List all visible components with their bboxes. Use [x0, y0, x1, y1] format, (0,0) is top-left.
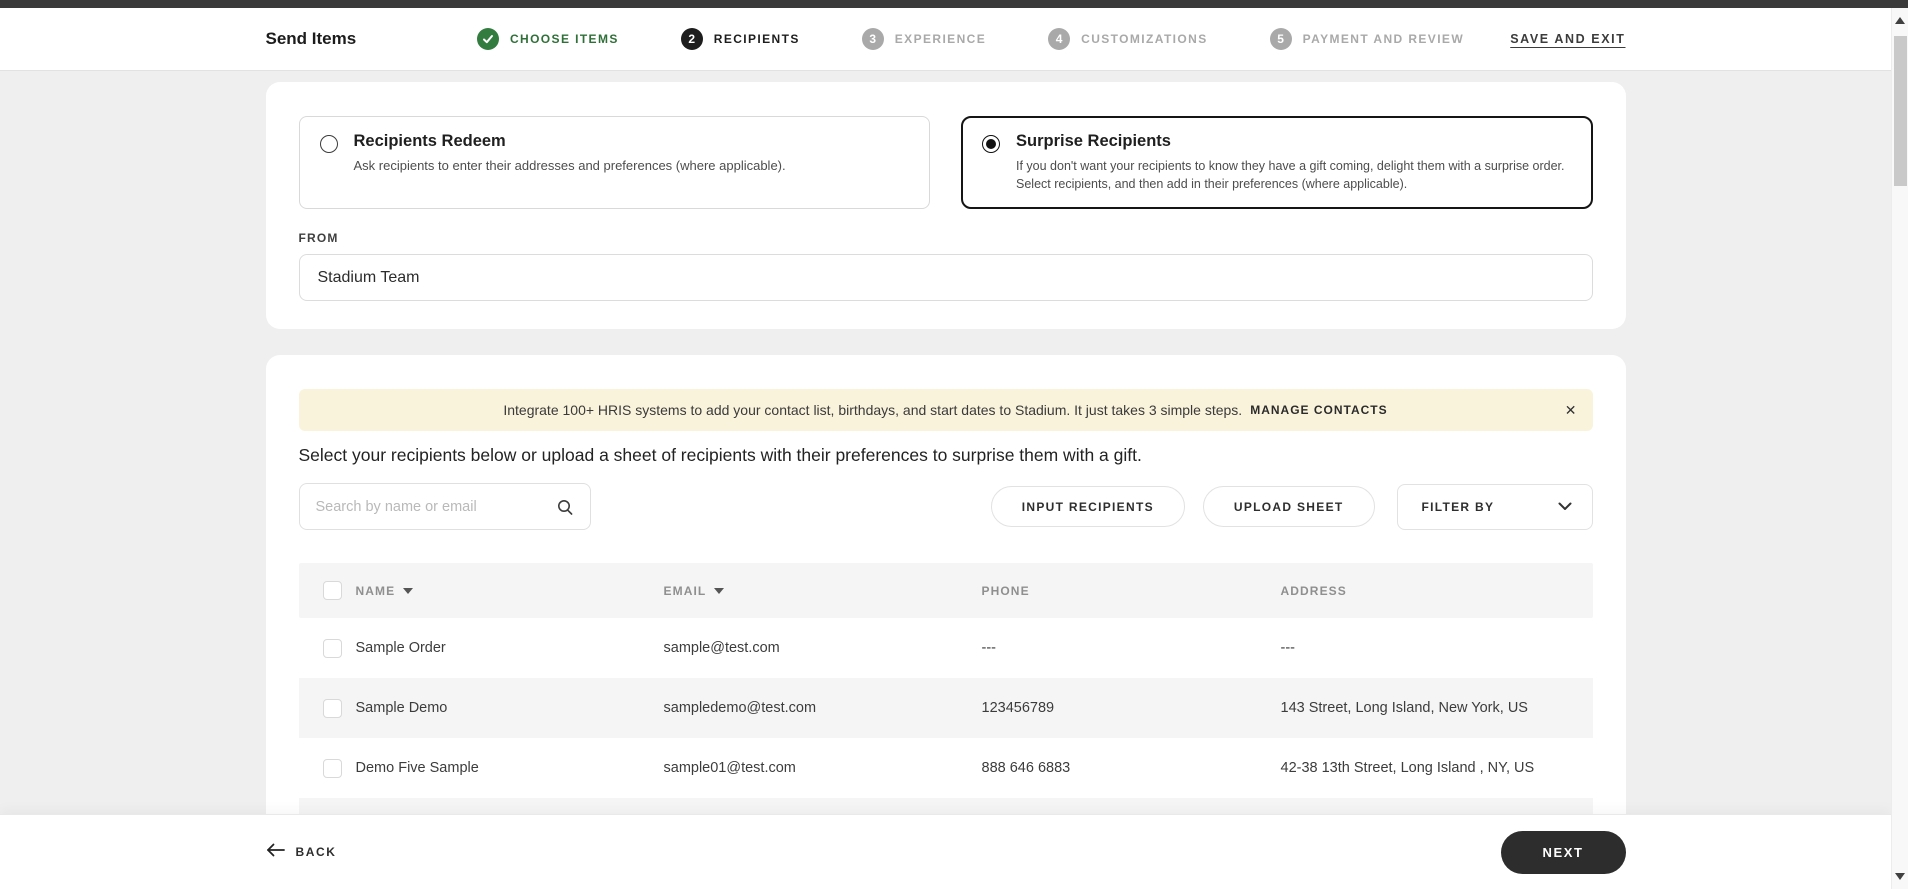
save-and-exit-link[interactable]: SAVE AND EXIT — [1466, 32, 1626, 46]
row-checkbox[interactable] — [322, 758, 342, 778]
row-checkbox[interactable] — [322, 698, 342, 718]
cell-name: Sample Order — [355, 640, 446, 657]
cell-name: Demo Five Sample — [355, 760, 479, 777]
option-description: If you don't want your recipients to kno… — [1016, 159, 1565, 192]
table-row[interactable]: Sample Demo sampledemo@test.com 12345678… — [298, 678, 1593, 739]
recipients-card: Integrate 100+ HRIS systems to add your … — [265, 355, 1626, 876]
search-icon — [556, 498, 574, 516]
arrow-left-icon — [266, 843, 285, 862]
step-customizations[interactable]: 4 CUSTOMIZATIONS — [1048, 28, 1208, 50]
page-title: Send Items — [265, 29, 357, 48]
manage-contacts-link[interactable]: MANAGE CONTACTS — [1250, 403, 1387, 417]
step-choose-items[interactable]: CHOOSE ITEMS — [476, 28, 619, 50]
cell-phone: 123456789 — [981, 700, 1055, 717]
step-label: CUSTOMIZATIONS — [1081, 32, 1208, 46]
radio-unchecked-icon[interactable] — [319, 135, 338, 153]
filter-by-label: FILTER BY — [1421, 499, 1495, 514]
from-input[interactable] — [298, 254, 1593, 302]
top-dark-bar — [0, 0, 1908, 8]
stepper: CHOOSE ITEMS 2 RECIPIENTS 3 EXPERIENCE 4… — [476, 28, 1466, 50]
wizard-header: Send Items CHOOSE ITEMS 2 RECIPIENTS 3 E… — [0, 8, 1891, 71]
cell-email: sample@test.com — [663, 640, 780, 657]
upload-sheet-button[interactable]: UPLOAD SHEET — [1202, 486, 1375, 528]
step-recipients[interactable]: 2 RECIPIENTS — [680, 28, 800, 50]
option-title: Recipients Redeem — [353, 132, 506, 150]
cell-address: 143 Street, Long Island, New York, US — [1280, 700, 1528, 717]
step-label: RECIPIENTS — [713, 32, 800, 46]
input-recipients-button[interactable]: INPUT RECIPIENTS — [990, 486, 1185, 528]
scroll-down-icon[interactable] — [1895, 873, 1905, 880]
cell-name: Sample Demo — [355, 700, 448, 717]
column-header-email[interactable]: EMAIL — [664, 584, 707, 598]
table-header-row: NAME EMAIL PHONE ADDRESS — [298, 563, 1593, 619]
select-all-checkbox[interactable] — [322, 581, 342, 601]
wizard-footer: BACK NEXT — [0, 815, 1891, 889]
sort-desc-icon[interactable] — [403, 587, 414, 594]
step-number-circle: 5 — [1269, 28, 1292, 50]
hris-banner: Integrate 100+ HRIS systems to add your … — [298, 389, 1593, 432]
cell-address: 42-38 13th Street, Long Island , NY, US — [1280, 760, 1535, 777]
filter-by-dropdown[interactable]: FILTER BY — [1396, 483, 1593, 530]
option-recipients-redeem[interactable]: Recipients Redeem Ask recipients to ente… — [298, 116, 930, 210]
check-icon — [482, 35, 493, 44]
table-row[interactable]: Sample Order sample@test.com --- --- — [299, 618, 1593, 678]
step-number-circle: 3 — [861, 28, 884, 50]
step-label: CHOOSE ITEMS — [509, 32, 619, 46]
table-row[interactable]: Demo Five Sample sample01@test.com 888 6… — [299, 738, 1593, 798]
back-button[interactable]: BACK — [266, 843, 337, 862]
step-payment-review[interactable]: 5 PAYMENT AND REVIEW — [1269, 28, 1465, 50]
step-label: PAYMENT AND REVIEW — [1302, 32, 1465, 46]
column-header-phone: PHONE — [981, 583, 1030, 598]
radio-checked-icon[interactable] — [982, 135, 1000, 153]
from-label: FROM — [298, 231, 339, 246]
scroll-up-icon[interactable] — [1895, 17, 1905, 24]
recipients-table: NAME EMAIL PHONE ADDRESS Sample Order sa… — [298, 563, 1593, 859]
next-button[interactable]: NEXT — [1500, 830, 1626, 874]
option-surprise-recipients[interactable]: Surprise Recipients If you don't want yo… — [961, 116, 1593, 210]
intro-text: Select your recipients below or upload a… — [298, 445, 1142, 466]
sort-desc-icon[interactable] — [714, 587, 725, 594]
option-title: Surprise Recipients — [1016, 132, 1171, 150]
recipients-toolbar: INPUT RECIPIENTS UPLOAD SHEET FILTER BY — [298, 483, 1593, 531]
send-items-page: Send Items CHOOSE ITEMS 2 RECIPIENTS 3 E… — [0, 0, 1908, 889]
step-number-circle: 2 — [680, 28, 703, 50]
column-header-name[interactable]: NAME — [356, 584, 396, 598]
main-content: Recipients Redeem Ask recipients to ente… — [0, 71, 1891, 889]
cell-address: --- — [1280, 640, 1296, 657]
vertical-scrollbar[interactable] — [1891, 8, 1908, 889]
step-experience[interactable]: 3 EXPERIENCE — [861, 28, 987, 50]
cell-email: sampledemo@test.com — [663, 700, 817, 717]
step-label: EXPERIENCE — [894, 32, 987, 46]
banner-message: Integrate 100+ HRIS systems to add your … — [503, 402, 1243, 419]
close-icon[interactable]: ✕ — [1565, 403, 1577, 417]
cell-phone: --- — [981, 640, 997, 657]
step-number-circle: 4 — [1048, 28, 1071, 50]
step-done-check-circle — [476, 28, 499, 50]
delivery-mode-card: Recipients Redeem Ask recipients to ente… — [265, 82, 1626, 330]
search-box[interactable] — [298, 483, 591, 531]
back-label: BACK — [295, 845, 337, 859]
scrollbar-thumb[interactable] — [1894, 36, 1907, 186]
chevron-down-icon — [1558, 498, 1572, 516]
cell-email: sample01@test.com — [663, 760, 796, 777]
option-description: Ask recipients to enter their addresses … — [353, 158, 786, 173]
column-header-address: ADDRESS — [1280, 583, 1347, 598]
row-checkbox[interactable] — [322, 638, 342, 658]
cell-phone: 888 646 6883 — [981, 760, 1071, 777]
search-input[interactable] — [315, 498, 556, 515]
